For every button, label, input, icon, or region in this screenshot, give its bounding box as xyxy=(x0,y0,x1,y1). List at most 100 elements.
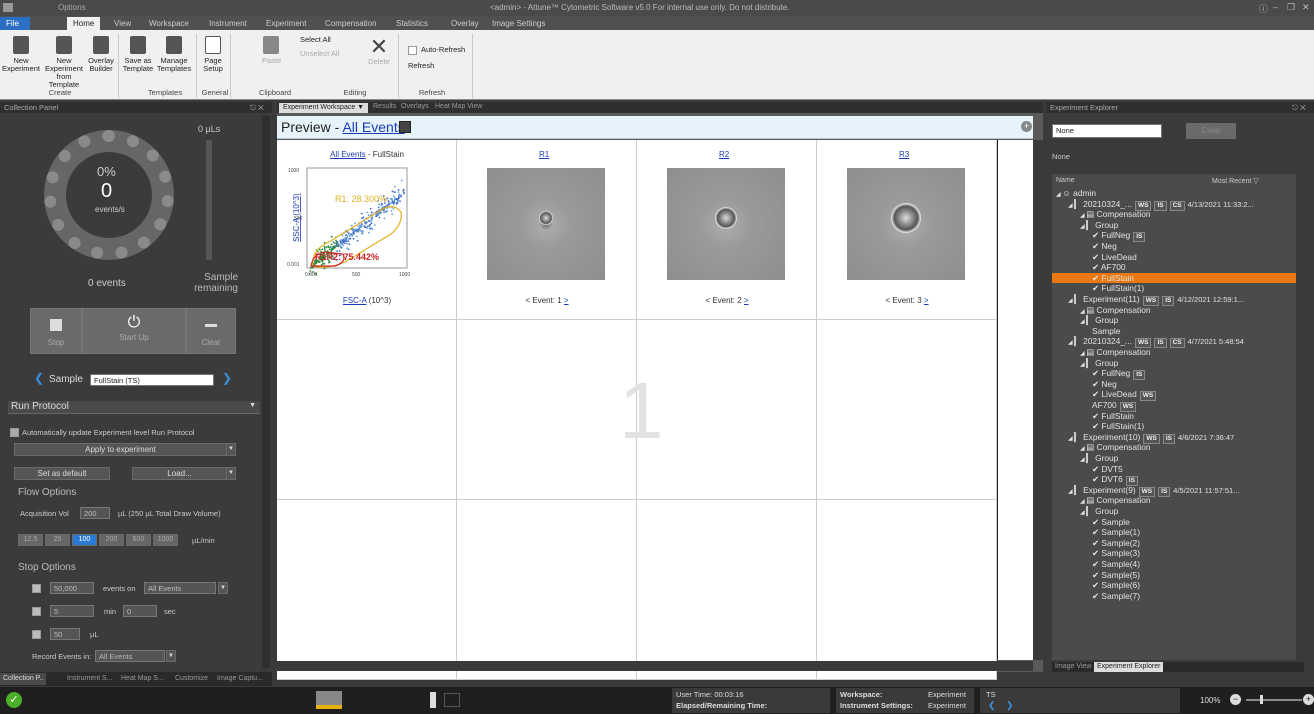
minimize-icon[interactable]: – xyxy=(1273,2,1278,12)
workspace-hscrollbar[interactable] xyxy=(277,661,1033,671)
tree-item[interactable]: ✔ Neg xyxy=(1052,241,1296,252)
load-dropdown[interactable]: ▼ xyxy=(226,467,236,480)
tree-item[interactable]: ✔ FullNeg IS xyxy=(1052,368,1296,381)
tree-item[interactable]: ◢ ▤ Compensation xyxy=(1052,209,1296,220)
tree-item[interactable]: ◢ ▤ Compensation xyxy=(1052,442,1296,453)
next-icon[interactable]: ❯ xyxy=(1006,700,1014,711)
tree-item[interactable]: ✔ DVT5 xyxy=(1052,464,1296,475)
zoom-out-icon[interactable]: − xyxy=(1230,694,1241,705)
delete-button[interactable]: ✕ Delete xyxy=(367,36,391,66)
tree-item[interactable]: ✔ FullNeg IS xyxy=(1052,230,1296,243)
tree-item[interactable]: ✔ Sample(4) xyxy=(1052,559,1296,570)
events-stop-checkbox[interactable] xyxy=(32,584,41,593)
record-gate-dropdown[interactable]: ▼ xyxy=(166,650,176,662)
tree-item[interactable]: ◢ ▎ 20210324_... WS IS CS 4/7/2021 5:48:54 xyxy=(1052,336,1296,349)
tree-item[interactable]: ◢ ▤ Compensation xyxy=(1052,305,1296,316)
tree-item[interactable]: ◢ ▎ Experiment(9) WS IS 4/5/2021 11:57:51..… xyxy=(1052,485,1296,497)
restore-icon[interactable]: ❐ xyxy=(1287,2,1295,13)
tree-item[interactable]: ✔ FullStain xyxy=(1052,411,1296,422)
preview-gate-link[interactable]: All Events xyxy=(342,119,404,135)
apply-dropdown[interactable]: ▼ xyxy=(226,443,236,456)
tab-instrument-settings[interactable]: Instrument S... xyxy=(64,673,116,685)
tree-item[interactable]: ✔ Sample(6) xyxy=(1052,580,1296,591)
events-gate-select[interactable]: All Events xyxy=(144,582,216,594)
time-stop-checkbox[interactable] xyxy=(32,607,41,616)
flow-rate-12.5-button[interactable]: 12.5 xyxy=(18,534,43,546)
tree-item[interactable]: ✔ Sample(5) xyxy=(1052,570,1296,581)
acquisition-vol-input[interactable]: 200 xyxy=(80,507,110,519)
run-protocol-header[interactable]: Run Protocol ▼ xyxy=(8,401,260,414)
y-axis-label[interactable]: SSC-A (10^3) xyxy=(292,193,301,242)
cell-image[interactable] xyxy=(847,168,965,280)
tree-item[interactable]: ✔ Sample(7) xyxy=(1052,591,1296,602)
next-event-link[interactable]: > xyxy=(924,296,929,305)
plate-icon[interactable] xyxy=(444,693,460,707)
tab-workspace[interactable]: Workspace xyxy=(143,17,195,30)
zoom-in-icon[interactable]: + xyxy=(1303,694,1314,705)
unselect-all-button[interactable]: Unselect All xyxy=(300,50,339,58)
zoom-slider[interactable] xyxy=(1246,699,1302,701)
tree-item[interactable]: ✔ LiveDead WS xyxy=(1052,389,1296,402)
auto-refresh-checkbox[interactable] xyxy=(408,46,417,55)
prev-icon[interactable]: ❮ xyxy=(988,700,996,711)
tree-item[interactable]: AF700 WS xyxy=(1052,400,1296,412)
save-as-template-button[interactable]: Save as Template xyxy=(122,36,154,73)
overlay-builder-button[interactable]: Overlay Builder xyxy=(86,36,116,73)
tab-experiment-workspace[interactable]: Experiment Workspace ▼ xyxy=(279,103,369,113)
volume-stop-input[interactable]: 50 xyxy=(50,628,80,640)
cell-image[interactable] xyxy=(487,168,605,280)
events-gate-dropdown[interactable]: ▼ xyxy=(218,582,228,594)
image-gate-link[interactable]: R1 xyxy=(539,150,549,159)
x-axis-parameter-link[interactable]: FSC-A xyxy=(343,296,367,305)
close-icon[interactable]: ✕ xyxy=(1302,2,1310,13)
volume-stop-checkbox[interactable] xyxy=(32,630,41,639)
tree-item[interactable]: ◢ ▤ Compensation xyxy=(1052,495,1296,506)
new-experiment-button[interactable]: New Experiment xyxy=(2,36,40,73)
preview-color-swatch[interactable] xyxy=(399,121,411,133)
load-button[interactable]: Load... xyxy=(132,467,227,480)
select-all-button[interactable]: Select All xyxy=(300,36,331,44)
tree-item[interactable]: ✔ Sample(2) xyxy=(1052,538,1296,549)
tree-item[interactable]: ◢ ▎ 20210324_... WS IS CS 4/13/2021 11:33:2.… xyxy=(1052,199,1296,211)
sample-tube-icon[interactable] xyxy=(430,692,436,708)
tree-item[interactable]: ◢ ▎ Group xyxy=(1052,358,1296,369)
tab-heat-map-view[interactable]: Heat Map View xyxy=(435,103,482,110)
pin-icon[interactable]: ⎋ ✕ xyxy=(250,102,264,113)
refresh-button[interactable]: Refresh xyxy=(408,62,434,70)
flow-rate-1000-button[interactable]: 1000 xyxy=(153,534,178,546)
tab-view[interactable]: View xyxy=(108,17,137,30)
tree-scrollbar[interactable] xyxy=(1296,174,1304,660)
tab-results[interactable]: Results xyxy=(373,103,396,110)
seconds-input[interactable]: 0 xyxy=(123,605,157,617)
tree-item[interactable]: ✔ Sample(1) xyxy=(1052,527,1296,538)
workspace-vscrollbar[interactable] xyxy=(1033,140,1043,660)
tree-item[interactable]: ✔ LiveDead xyxy=(1052,252,1296,263)
tree-item[interactable]: Sample xyxy=(1052,326,1296,337)
tree-item[interactable]: ✔ FullStain xyxy=(1052,272,1296,284)
sample-select[interactable]: FullStain (TS) xyxy=(90,374,214,386)
tree-item[interactable]: ✔ AF700 xyxy=(1052,262,1296,273)
next-event-link[interactable]: > xyxy=(564,296,569,305)
options-menu[interactable]: Options xyxy=(58,3,86,12)
tab-compensation[interactable]: Compensation xyxy=(319,17,383,30)
column-name[interactable]: Name xyxy=(1056,177,1075,184)
panel-scrollbar[interactable] xyxy=(262,116,270,668)
tab-customize[interactable]: Customize xyxy=(172,673,211,685)
tab-instrument[interactable]: Instrument xyxy=(203,17,253,30)
clear-button[interactable]: Clear xyxy=(186,308,236,354)
startup-button[interactable]: ⏻ Start Up xyxy=(82,308,186,354)
tab-statistics[interactable]: Statistics xyxy=(390,17,434,30)
tree-item[interactable]: ✔ FullStain(1) xyxy=(1052,283,1296,294)
tab-file[interactable]: File xyxy=(0,17,30,30)
tree-item[interactable]: ◢ ▎ Experiment(11) WS IS 4/12/2021 12:59:1.… xyxy=(1052,294,1296,306)
tab-image-view[interactable]: Image View xyxy=(1052,662,1094,672)
cell-image[interactable] xyxy=(667,168,785,280)
scatter-plot-gate-link[interactable]: All Events xyxy=(330,150,366,159)
stop-button[interactable]: Stop xyxy=(30,308,82,354)
help-icon[interactable]: ⓘ xyxy=(1259,2,1268,15)
prev-sample-icon[interactable]: ❮ xyxy=(34,371,44,385)
tree-item[interactable]: ✔ Sample(3) xyxy=(1052,548,1296,559)
tab-overlays[interactable]: Overlays xyxy=(401,103,429,110)
collapse-icon[interactable]: ▼ xyxy=(249,402,256,409)
tab-image-settings[interactable]: Image Settings xyxy=(486,17,551,30)
